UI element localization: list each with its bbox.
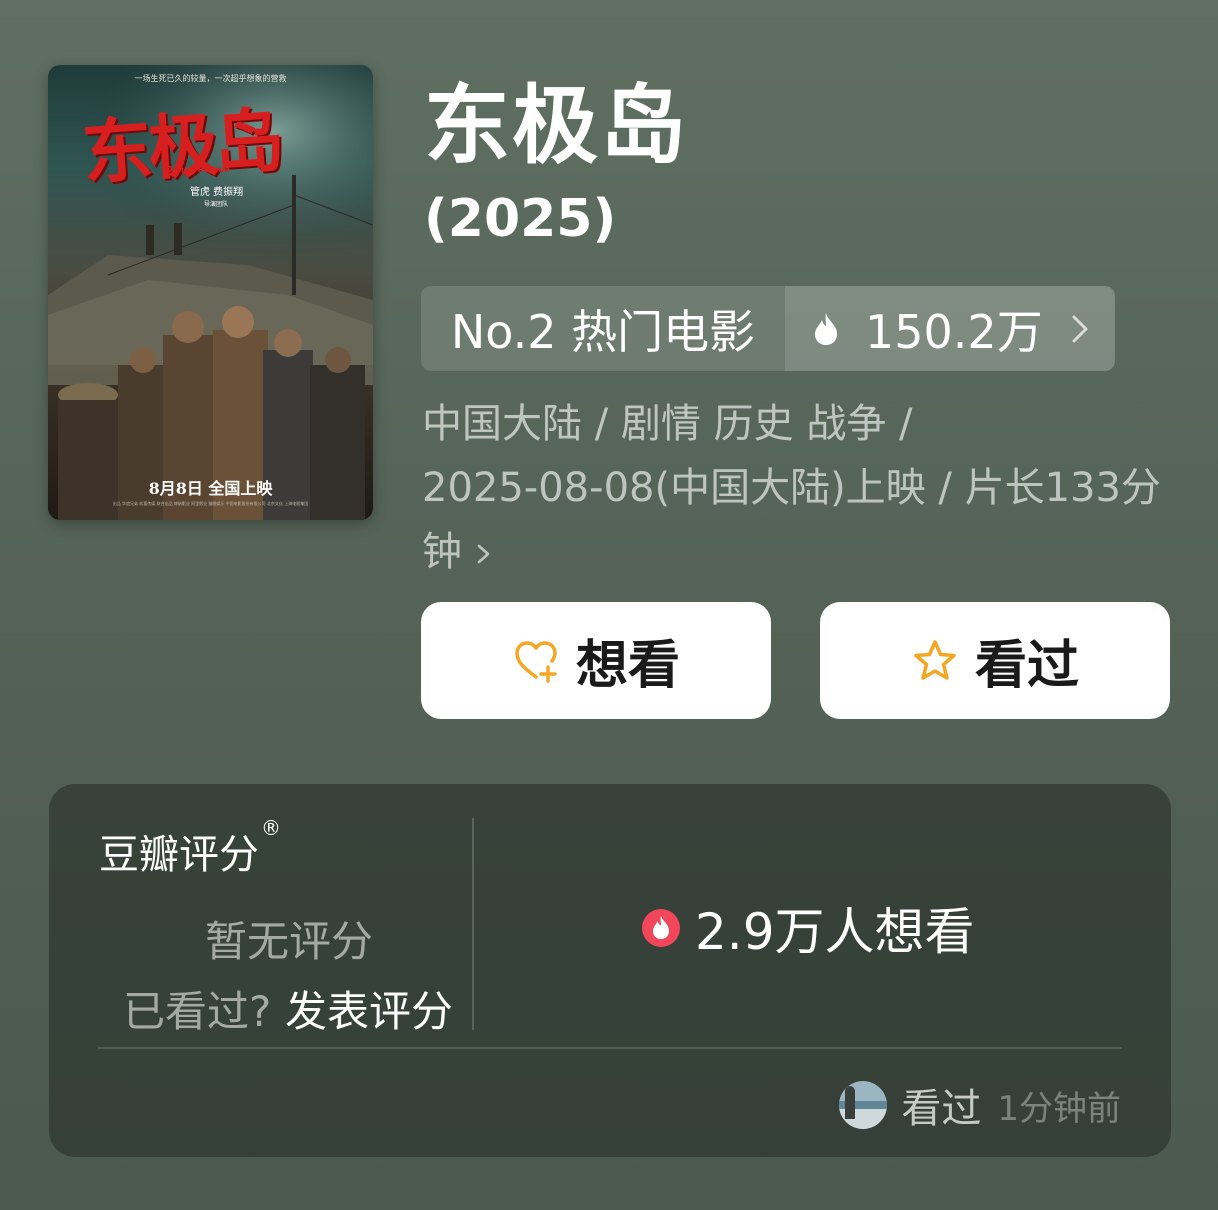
poster-title: 东极岛	[79, 98, 284, 195]
rank-label[interactable]: No.2 热门电影	[421, 286, 785, 371]
poster-tagline: 一场生死已久的较量，一次超乎想象的营救	[134, 74, 287, 83]
hot-fire-icon	[642, 909, 680, 947]
wanters-text: 2.9万人想看	[695, 903, 975, 961]
heat-indicator[interactable]: 150.2万	[785, 286, 1115, 371]
poster-stars: 管虎 费振翔	[190, 187, 244, 198]
chevron-right-icon	[477, 544, 490, 564]
want-to-watch-label: 想看	[575, 636, 680, 696]
seen-question: 已看过?	[123, 987, 272, 1036]
want-to-watch-button[interactable]: 想看	[421, 602, 771, 719]
activity-action: 看过	[901, 1086, 982, 1132]
registered-mark: ®	[261, 816, 281, 840]
chevron-right-icon	[1072, 315, 1088, 342]
meta-line-release: 2025-08-08(中国大陆)上映 / 片长133分	[422, 465, 1161, 511]
movie-year: (2025)	[424, 189, 617, 249]
heat-value: 150.2万	[865, 304, 1043, 359]
no-rating-text: 暂无评分	[205, 917, 374, 966]
avatar-image	[839, 1081, 888, 1129]
douban-rating-label: 豆瓣评分®	[99, 816, 281, 880]
meta-line-runtime-text: 钟	[422, 529, 462, 575]
avatar[interactable]	[839, 1081, 888, 1129]
poster-release-date: 8月8日 全国上映	[148, 479, 273, 498]
rank-pill[interactable]: No.2 热门电影 150.2万	[421, 286, 1115, 371]
poster-credits: 出品 华谊兄弟 欢喜传媒 联合出品 博纳影业 阿里影业 猫眼娱乐 中国电影股份有…	[112, 501, 309, 506]
watched-button[interactable]: 看过	[820, 602, 1170, 719]
poster-english-title: Dongji Rescue	[166, 165, 230, 174]
movie-poster[interactable]: 一场生死已久的较量，一次超乎想象的营救 东极岛 Dongji Rescue 管虎…	[48, 65, 373, 520]
star-icon	[914, 639, 956, 680]
vertical-divider	[472, 818, 474, 1030]
movie-meta-info[interactable]: 中国大陆 / 剧情 历史 战争 / 2025-08-08(中国大陆)上映 / 片…	[422, 392, 1167, 584]
post-rating-link[interactable]: 发表评分	[285, 978, 453, 1039]
wanters-count[interactable]: 2.9万人想看	[641, 892, 975, 964]
horizontal-divider	[98, 1047, 1122, 1049]
movie-title: 东极岛	[424, 76, 688, 176]
poster-director: 导演团队	[204, 201, 229, 208]
rating-card: 豆瓣评分® 暂无评分 已看过? 发表评分 2.9万人想看 看过 1分钟前	[49, 784, 1171, 1157]
fire-icon	[815, 312, 837, 345]
heart-plus-icon	[515, 640, 557, 683]
recent-activity[interactable]: 看过 1分钟前	[839, 1076, 1121, 1134]
watched-label: 看过	[974, 636, 1079, 696]
meta-line-runtime: 钟	[422, 520, 1167, 584]
douban-rating-text: 豆瓣评分	[99, 832, 259, 878]
meta-line-genre: 中国大陆 / 剧情 历史 战争 /	[422, 401, 913, 447]
activity-time: 1分钟前	[997, 1088, 1121, 1129]
